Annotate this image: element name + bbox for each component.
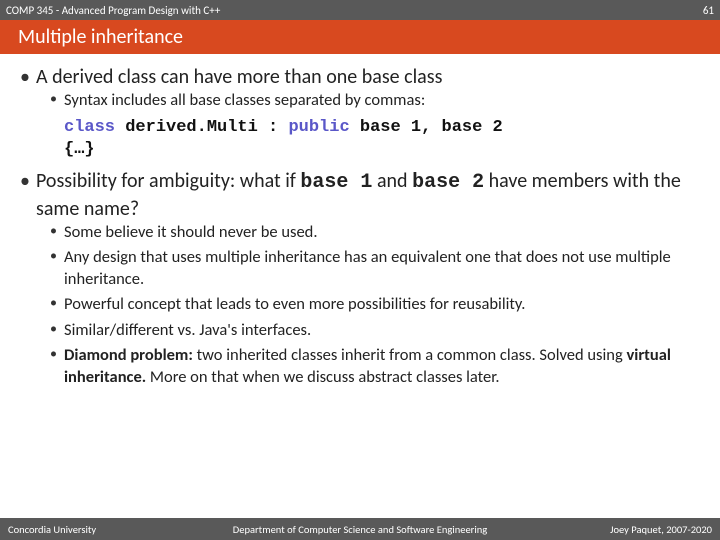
bullet-2-5: Diamond problem: two inherited classes i…: [50, 345, 700, 388]
bullet-2-5-text2: More on that when we discuss abstract cl…: [146, 367, 499, 387]
footer-left: Concordia University: [8, 523, 96, 536]
code-text: {…}: [64, 139, 700, 160]
code-text: derived.Multi :: [115, 118, 288, 137]
footer-right: Joey Paquet, 2007-2020: [610, 523, 712, 536]
slide-body: A derived class can have more than one b…: [0, 54, 720, 518]
code-keyword: class: [64, 118, 115, 137]
bullet-2-text-pre: Possibility for ambiguity: what if: [36, 169, 300, 193]
footer-bar: Concordia University Department of Compu…: [0, 518, 720, 540]
bullet-2-5-text1: two inherited classes inherit from a com…: [193, 345, 627, 365]
bullet-1-1: Syntax includes all base classes separat…: [50, 90, 700, 111]
bullet-1: A derived class can have more than one b…: [20, 64, 700, 160]
bullet-2-2: Any design that uses multiple inheritanc…: [50, 247, 700, 290]
code-block: class derived.Multi : public base 1, bas…: [64, 117, 700, 160]
bullet-2-3: Powerful concept that leads to even more…: [50, 294, 700, 315]
code-text: base 1, base 2: [350, 118, 503, 137]
slide-title-bar: Multiple inheritance: [0, 20, 720, 54]
bullet-2-code1: base 1: [300, 171, 372, 194]
header-bar: COMP 345 - Advanced Program Design with …: [0, 0, 720, 20]
footer-center: Department of Computer Science and Softw…: [233, 523, 487, 536]
bullet-2: Possibility for ambiguity: what if base …: [20, 168, 700, 388]
bullet-2-1: Some believe it should never be used.: [50, 222, 700, 243]
course-label: COMP 345 - Advanced Program Design with …: [6, 4, 220, 17]
bullet-2-5-bold1: Diamond problem:: [64, 345, 193, 365]
bullet-2-text-mid: and: [372, 169, 412, 193]
bullet-2-4: Similar/different vs. Java's interfaces.: [50, 320, 700, 341]
page-number: 61: [703, 4, 714, 17]
bullet-1-text: A derived class can have more than one b…: [36, 65, 442, 89]
bullet-2-code2: base 2: [412, 171, 484, 194]
slide-title: Multiple inheritance: [18, 25, 183, 49]
code-keyword: public: [288, 118, 349, 137]
